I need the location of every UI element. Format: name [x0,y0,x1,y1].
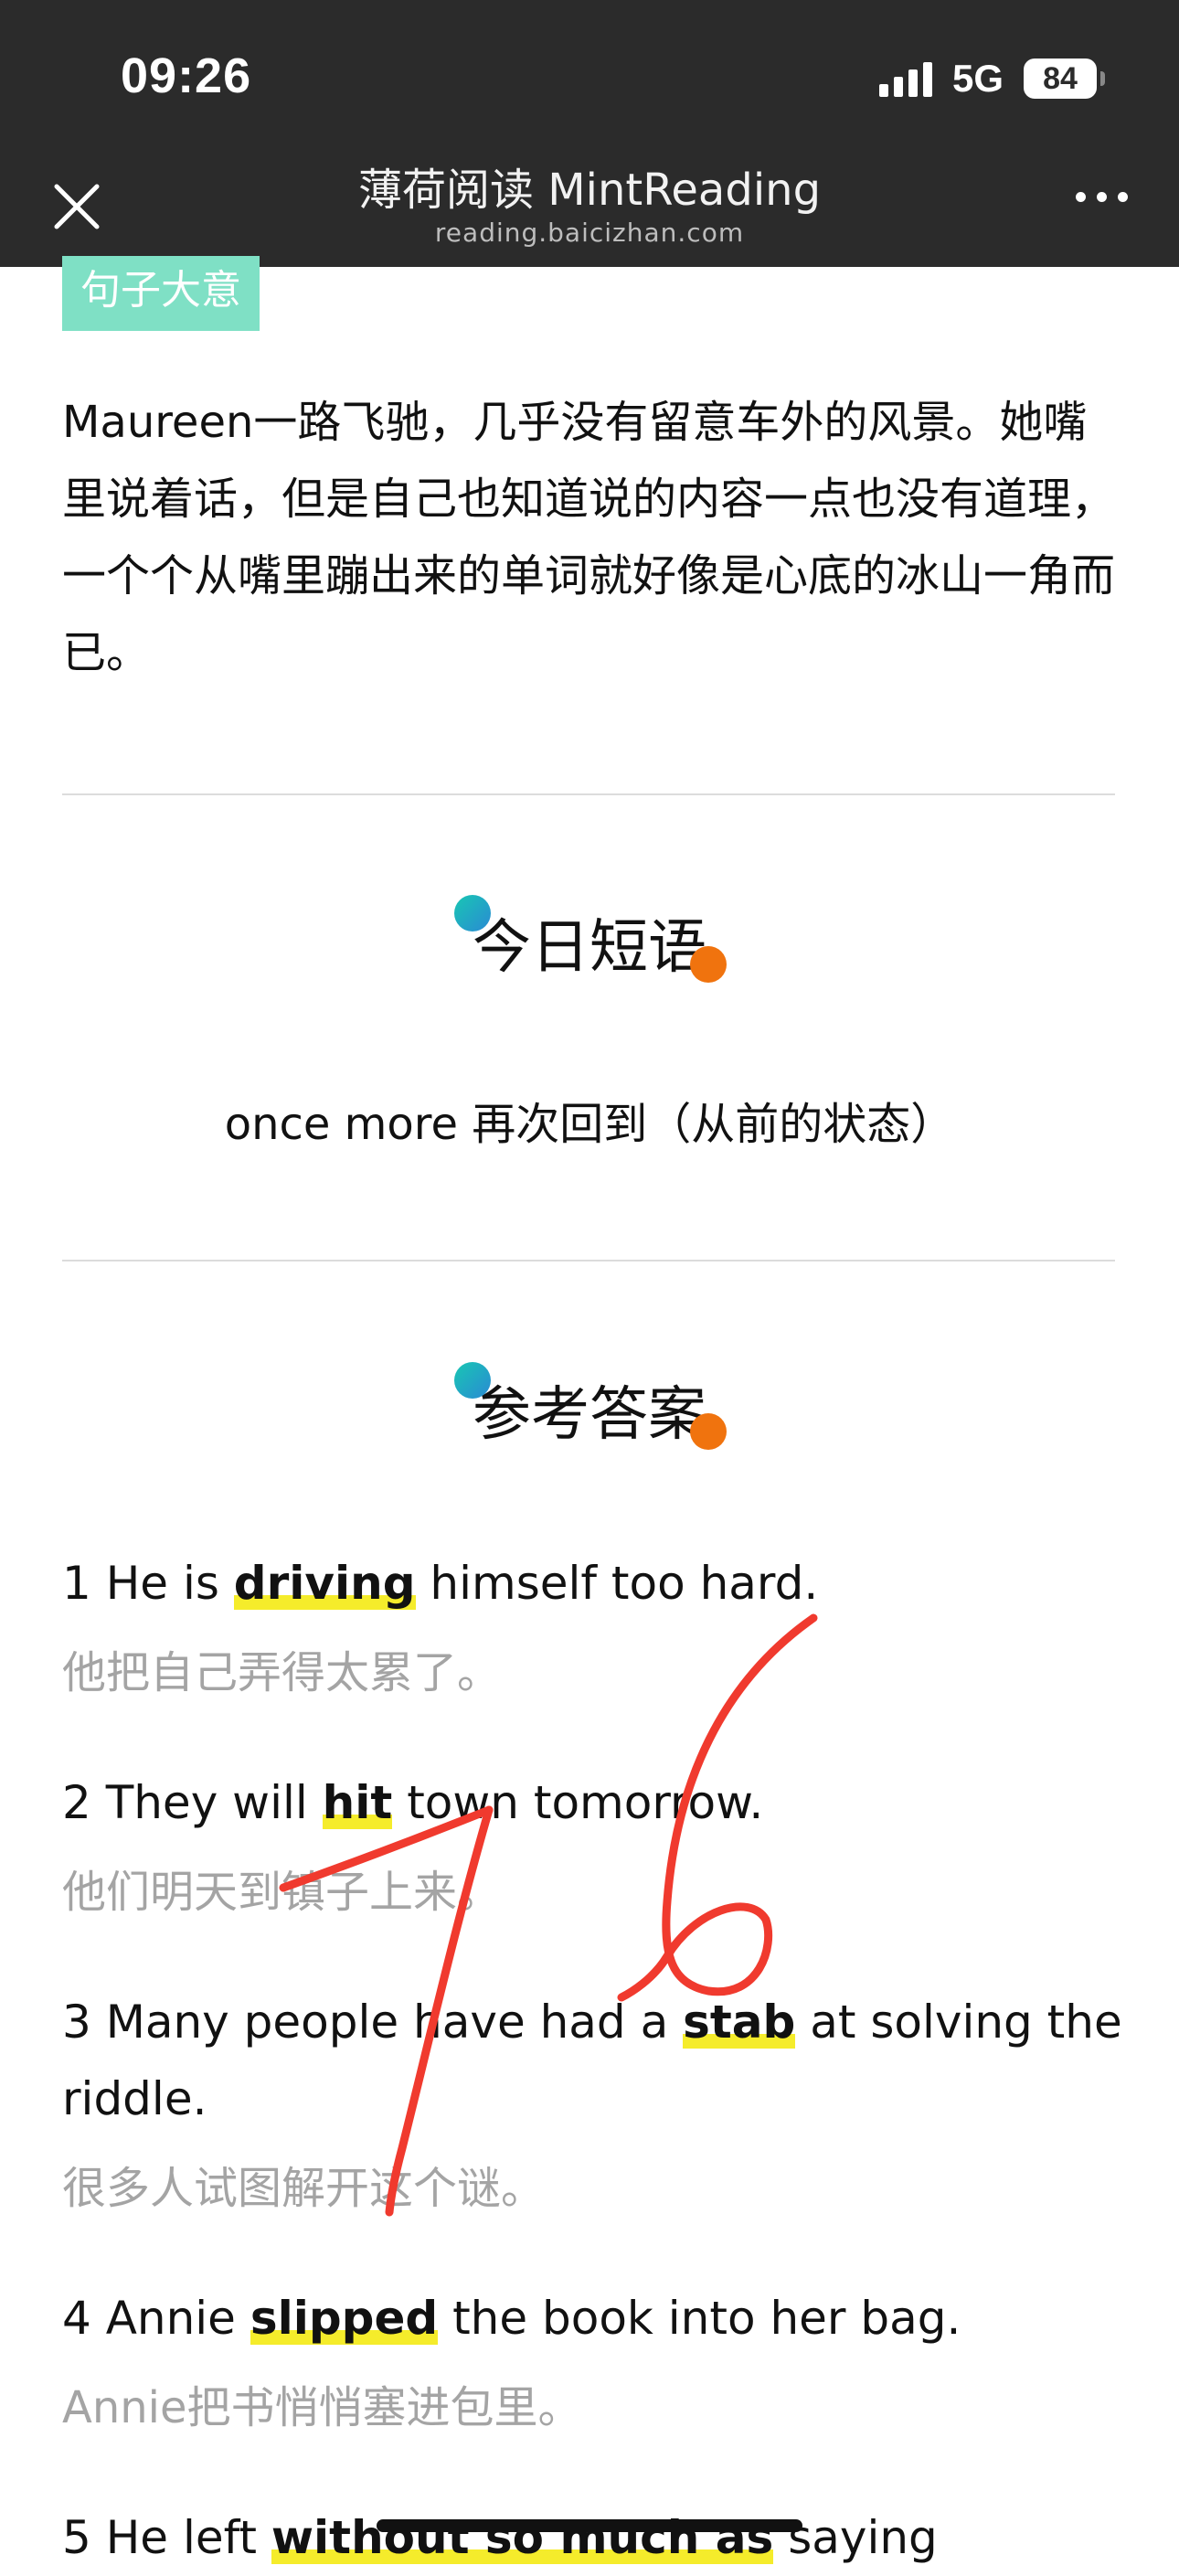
battery-icon: 84 [1024,59,1105,99]
decor-dot-teal [454,895,491,931]
sentence-meaning-text: Maureen一路飞驰，几乎没有留意车外的风景。她嘴里说着话，但是自己也知道说的… [62,397,1116,678]
daily-phrase-heading: 今日短语 [0,895,1179,985]
home-indicator [377,2519,802,2532]
answer-chinese: 他们明天到镇子上来。 [62,1867,502,1918]
answer-item-3: 3 Many people have had a stab at solving… [62,1984,1122,2227]
more-icon[interactable] [1076,192,1128,202]
reference-answers-heading: 参考答案 [0,1362,1179,1452]
answer-item-2: 2 They will hit town tomorrow. 他们明天到镇子上来… [62,1764,1122,1931]
answer-item-5: 5 He left without so much as saying [62,2499,1122,2576]
daily-phrase-text: once more 再次回到（从前的状态） [224,1099,955,1150]
answer-item-1: 1 He is driving himself too hard. 他把自己弄得… [62,1545,1122,1711]
answer-keyword: slipped [250,2292,439,2345]
page-header: 薄荷阅读 MintReading reading.baicizhan.com [0,163,1179,249]
answer-chinese: 很多人试图解开这个谜。 [62,2163,546,2214]
status-time: 09:26 [121,48,252,103]
page-url: reading.baicizhan.com [434,218,745,248]
decor-dot-teal [454,1362,491,1399]
decor-dot-orange [690,1413,727,1450]
reference-answers-title: 参考答案 [473,1381,706,1449]
answer-keyword: stab [683,1996,796,2049]
answer-item-4: 4 Annie slipped the book into her bag. A… [62,2280,1122,2446]
answer-english: 2 They will hit town tomorrow. [62,1776,764,1829]
answer-english: 5 He left without so much as saying [62,2511,938,2564]
answer-keyword: driving [233,1557,416,1610]
daily-phrase-title: 今日短语 [473,914,706,982]
top-bar: 09:26 5G 84 薄荷阅读 MintReading reading.bai… [0,0,1179,267]
answer-chinese: 他把自己弄得太累了。 [62,1647,502,1698]
network-type: 5G [951,57,1004,100]
answer-english: 3 Many people have had a stab at solving… [62,1996,1122,2125]
page-title: 薄荷阅读 MintReading [357,165,822,216]
sentence-meaning-tag: 句子大意 [62,256,260,331]
answer-chinese: Annie把书悄悄塞进包里。 [62,2382,582,2433]
answer-english: 4 Annie slipped the book into her bag. [62,2292,961,2345]
divider [62,1260,1115,1261]
status-indicators: 5G 84 [878,53,1105,104]
answer-keyword: hit [322,1776,393,1829]
divider [62,793,1115,795]
cellular-signal-icon [878,60,932,97]
answer-english: 1 He is driving himself too hard. [62,1557,819,1610]
decor-dot-orange [690,946,727,983]
battery-level: 84 [1043,60,1078,96]
